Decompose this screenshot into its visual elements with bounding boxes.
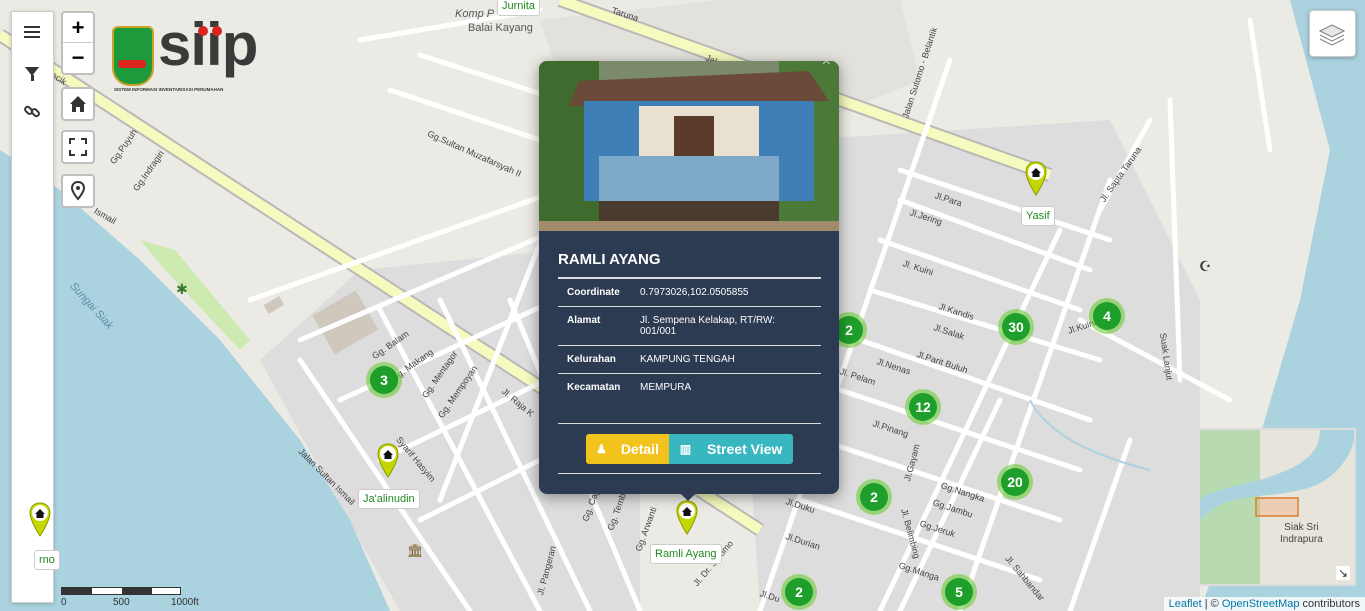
house-marker-label[interactable]: Ramli Ayang [650, 544, 722, 564]
cluster-count: 2 [785, 578, 813, 606]
street-view-button[interactable]: ▥ Street View [669, 434, 793, 464]
logo-dot-2 [212, 26, 222, 36]
house-marker-label[interactable]: rno [34, 550, 60, 570]
marker-cluster[interactable]: 30 [998, 309, 1034, 345]
museum-icon: 🏛 [407, 543, 424, 558]
popup-info-row: Kelurahan KAMPUNG TENGAH [558, 345, 821, 374]
cluster-count: 5 [945, 578, 973, 606]
layers-button[interactable] [1309, 10, 1356, 57]
place-label-balai: Balai Kayang [468, 22, 533, 34]
emblem-icon [112, 26, 154, 86]
marker-cluster[interactable]: 12 [905, 389, 941, 425]
cluster-count: 12 [909, 393, 937, 421]
osm-link[interactable]: OpenStreetMap [1222, 598, 1300, 610]
scale-bar: 0 500 1000ft [61, 587, 199, 608]
popup-info-value: KAMPUNG TENGAH [631, 345, 821, 374]
popup-info-key: Coordinate [558, 278, 631, 307]
marker-cluster[interactable]: 20 [997, 464, 1033, 500]
marker-cluster[interactable]: 3 [366, 362, 402, 398]
menu-icon[interactable] [24, 24, 40, 41]
street-view-button-label: Street View [707, 441, 783, 457]
cluster-count: 2 [835, 316, 863, 344]
cluster-count: 3 [370, 366, 398, 394]
place-label-komp: Komp P [455, 8, 495, 20]
location-icon [70, 180, 86, 201]
app-logo: siip SISTEM INFORMASI INVENTARISASI PERU… [110, 11, 260, 102]
locate-button[interactable] [61, 174, 95, 208]
house-marker-pin[interactable] [28, 501, 52, 537]
minimap[interactable]: Siak Sri Indrapura ↘ [1198, 428, 1356, 586]
marker-label-jurnita[interactable]: Jurnita [497, 0, 541, 16]
filter-icon-stem [31, 75, 34, 81]
popup-info-key: Kelurahan [558, 345, 631, 374]
zoom-in-button[interactable]: + [63, 13, 93, 43]
home-icon [70, 96, 86, 112]
scale-label-500: 500 [113, 597, 130, 608]
logo-subtitle: SISTEM INFORMASI INVENTARISASI PERUMAHAN [114, 87, 224, 92]
fullscreen-icon [69, 138, 87, 156]
home-button[interactable] [61, 87, 95, 121]
house-marker-pin[interactable] [1024, 160, 1048, 196]
marker-cluster[interactable]: 5 [941, 574, 977, 610]
map-icon: ▥ [679, 442, 692, 456]
house-marker-label[interactable]: Yasif [1021, 206, 1055, 226]
popup-title: RAMLI AYANG [558, 251, 661, 268]
house-marker-pin[interactable] [376, 442, 400, 478]
house-marker-label[interactable]: Ja'alinudin [358, 489, 420, 509]
scale-label-0: 0 [61, 597, 67, 608]
popup-info-value: Jl. Sempena Kelakap, RT/RW: 001/001 [631, 306, 821, 346]
marker-cluster[interactable]: 2 [781, 574, 817, 610]
logo-title: siip [158, 11, 258, 78]
popup-info-table: Coordinate 0.7973026,102.0505855 Alamat Jl.… [558, 278, 821, 401]
popup-info-key: Alamat [558, 306, 631, 346]
fullscreen-button[interactable] [61, 130, 95, 164]
popup-close-button[interactable]: × [822, 61, 831, 71]
leaflet-link[interactable]: Leaflet [1169, 598, 1202, 610]
user-icon: ♟ [596, 442, 607, 456]
minimap-label: Siak Sri Indrapura [1280, 522, 1323, 545]
house-marker-pin[interactable] [675, 499, 699, 535]
house-photo [539, 61, 839, 231]
popup-tip [679, 492, 697, 501]
mosque-icon: ☪ [1199, 258, 1212, 274]
popup-info-row: Coordinate 0.7973026,102.0505855 [558, 278, 821, 307]
scale-label-1000: 1000ft [171, 597, 199, 608]
detail-button[interactable]: ♟ Detail [586, 434, 669, 464]
layers-icon [1318, 24, 1346, 46]
emblem-ribbon [118, 60, 146, 68]
popup-info-value: 0.7973026,102.0505855 [631, 278, 821, 307]
link-icon[interactable] [24, 103, 41, 120]
cluster-count: 30 [1002, 313, 1030, 341]
cluster-count: 4 [1093, 302, 1121, 330]
marker-cluster[interactable]: 4 [1089, 298, 1125, 334]
zoom-control: + − [61, 11, 95, 75]
park-icon: ✱ [176, 281, 188, 297]
popup-info-row: Alamat Jl. Sempena Kelakap, RT/RW: 001/00… [558, 306, 821, 346]
cluster-count: 20 [1001, 468, 1029, 496]
cluster-count: 2 [860, 483, 888, 511]
house-popup: × RAMLI AYANG Coordinate 0.7973026,102.05… [539, 61, 839, 494]
minimap-toggle-icon[interactable]: ↘ [1336, 566, 1350, 580]
attribution: Leaflet | © OpenStreetMap contributors [1163, 597, 1365, 611]
logo-dot-1 [198, 26, 208, 36]
popup-info-key: Kecamatan [558, 373, 631, 401]
popup-info-row: Kecamatan MEMPURA [558, 373, 821, 401]
marker-cluster[interactable]: 2 [856, 479, 892, 515]
popup-info-value: MEMPURA [631, 373, 821, 401]
zoom-out-button[interactable]: − [63, 43, 93, 73]
detail-button-label: Detail [620, 441, 659, 457]
